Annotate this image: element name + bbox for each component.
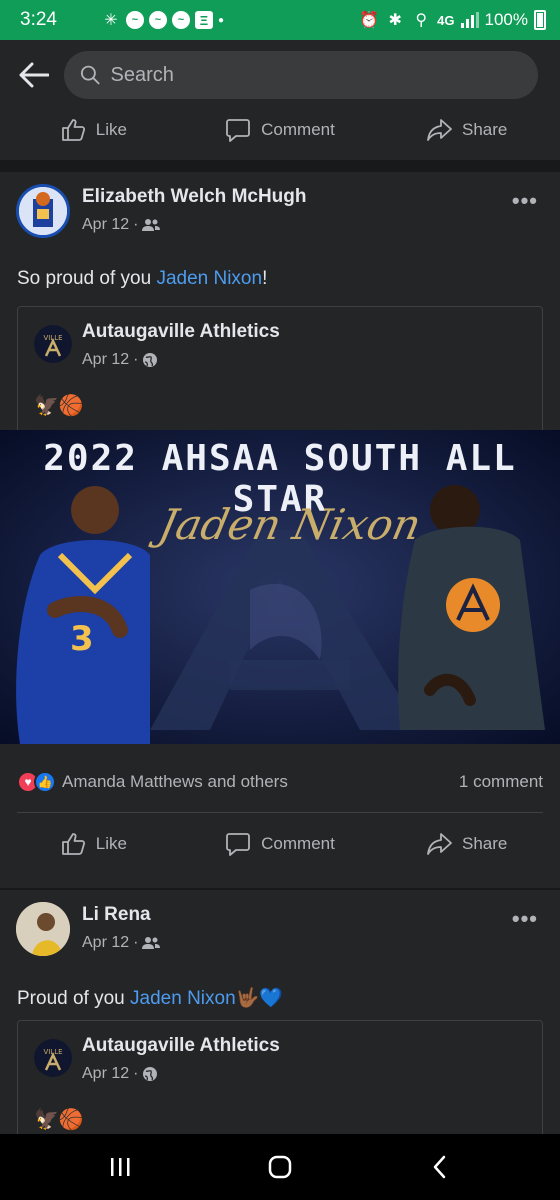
post-actions: Like Comment Share [0, 818, 560, 870]
author-avatar[interactable] [16, 902, 70, 956]
like-label: Like [95, 834, 127, 853]
shared-page-name[interactable]: Autaugaville Athletics [82, 321, 280, 343]
share-label: Share [461, 120, 508, 139]
globe-icon [143, 353, 158, 367]
globe-icon [143, 1067, 158, 1081]
comment-label: Comment [261, 834, 335, 853]
messenger-icon-3: ~ [171, 11, 190, 29]
shared-date[interactable]: Apr 12 [82, 351, 129, 369]
arrow-left-icon [19, 62, 49, 88]
status-time: 3:24 [20, 9, 57, 30]
signal-icon [460, 12, 479, 28]
post-meta: Apr 12 · [82, 216, 161, 234]
post-card: Li Rena Apr 12 · ••• Proud of you Jaden … [0, 890, 560, 1134]
notification-icons: ✳ ~ ~ ~ Ξ ● [101, 10, 224, 30]
home-icon [268, 1155, 292, 1179]
banner-player-name: Jaden Nixon [154, 500, 426, 549]
comment-button[interactable]: Comment [187, 831, 374, 857]
system-indicators: ⏰ ✱ ⚲ 4G 100% [359, 10, 546, 30]
previous-post-actions: Like Comment Share [0, 110, 560, 160]
svg-text:3: 3 [70, 619, 94, 659]
chevron-left-icon [433, 1155, 446, 1179]
recent-apps-button[interactable] [90, 1142, 150, 1192]
comment-icon [226, 119, 251, 142]
like-label: Like [95, 120, 127, 139]
reactions-text[interactable]: Amanda Matthews and others [62, 772, 288, 792]
all-star-banner-image[interactable]: 3 2022 AHSAA SOUTH ALL STAR Jaden Nixon [0, 430, 560, 744]
reaction-icons[interactable]: ♥ 👍 [17, 771, 56, 793]
shared-page-name[interactable]: Autaugaville Athletics [82, 1035, 280, 1057]
shared-post[interactable]: VILLE Autaugaville Athletics Apr 12 · 🦅🏀 [17, 306, 543, 430]
network-type: 4G [437, 12, 455, 28]
post-text: Proud of you Jaden Nixon🤟🏾💙 [17, 988, 283, 1009]
page-avatar[interactable]: VILLE [34, 1039, 72, 1077]
back-button[interactable] [14, 55, 54, 95]
post-date[interactable]: Apr 12 [82, 934, 129, 952]
home-button[interactable] [250, 1142, 310, 1192]
share-button[interactable]: Share [373, 831, 560, 857]
battery-percent: 100% [484, 10, 528, 29]
shared-meta: Apr 12 · [82, 1065, 158, 1083]
location-icon: ⚲ [415, 12, 428, 29]
divider [17, 812, 543, 813]
bluetooth-icon: ✱ [388, 12, 402, 29]
comment-button[interactable]: Comment [187, 117, 374, 143]
ville-logo-icon: VILLE [43, 1048, 63, 1071]
comment-count[interactable]: 1 comment [459, 772, 543, 792]
mention-link[interactable]: Jaden Nixon [156, 268, 262, 289]
comment-icon [226, 833, 251, 856]
search-header [0, 40, 560, 110]
shared-date[interactable]: Apr 12 [82, 1065, 129, 1083]
avatar-image [19, 187, 67, 235]
more-options-icon[interactable]: ••• [512, 188, 538, 214]
mention-link[interactable]: Jaden Nixon [130, 988, 236, 1009]
share-label: Share [461, 834, 508, 853]
more-notifications-dot-icon: ● [217, 14, 225, 26]
battery-icon [534, 10, 546, 30]
shared-emoji: 🦅🏀 [34, 395, 84, 417]
alarm-icon: ⏰ [359, 12, 380, 29]
post-date[interactable]: Apr 12 [82, 216, 129, 234]
shared-post[interactable]: VILLE Autaugaville Athletics Apr 12 · 🦅🏀 [17, 1020, 543, 1134]
comment-label: Comment [261, 120, 335, 139]
more-options-icon[interactable]: ••• [512, 906, 538, 932]
status-bar: 3:24 ✳ ~ ~ ~ Ξ ● ⏰ ✱ ⚲ 4G 100% [0, 0, 560, 40]
share-button[interactable]: Share [373, 117, 560, 143]
messenger-icon-2: ~ [148, 11, 167, 29]
system-nav-bar [0, 1134, 560, 1200]
post-meta: Apr 12 · [82, 934, 161, 952]
post-header: Li Rena Apr 12 · ••• [0, 890, 560, 956]
like-button[interactable]: Like [0, 831, 187, 857]
avatar-image [16, 902, 70, 956]
shared-meta: Apr 12 · [82, 351, 158, 369]
post-header: Elizabeth Welch McHugh Apr 12 · ••• [0, 172, 560, 238]
thumbs-up-icon [61, 833, 85, 855]
walmart-spark-icon: ✳ [104, 12, 118, 29]
reactions-row: ♥ 👍 Amanda Matthews and others 1 comment [0, 752, 560, 812]
app-notification-icon: Ξ [194, 11, 213, 29]
thumbs-up-icon [61, 119, 85, 141]
page-avatar[interactable]: VILLE [34, 325, 72, 363]
search-icon [80, 65, 100, 85]
author-name[interactable]: Elizabeth Welch McHugh [82, 186, 307, 208]
like-button[interactable]: Like [0, 117, 187, 143]
like-reaction-icon: 👍 [34, 771, 56, 793]
author-name[interactable]: Li Rena [82, 904, 151, 926]
search-input[interactable] [110, 63, 522, 87]
recent-apps-icon [111, 1158, 130, 1176]
ville-logo-icon: VILLE [43, 334, 63, 357]
shared-emoji: 🦅🏀 [34, 1109, 84, 1131]
post-text: So proud of you Jaden Nixon! [17, 268, 268, 289]
search-bar[interactable] [64, 51, 538, 99]
share-icon [427, 119, 452, 141]
friends-icon [142, 937, 161, 949]
back-nav-button[interactable] [410, 1142, 470, 1192]
share-icon [427, 833, 452, 855]
friends-icon [142, 219, 161, 231]
messenger-icon: ~ [125, 11, 144, 29]
author-avatar[interactable] [16, 184, 70, 238]
